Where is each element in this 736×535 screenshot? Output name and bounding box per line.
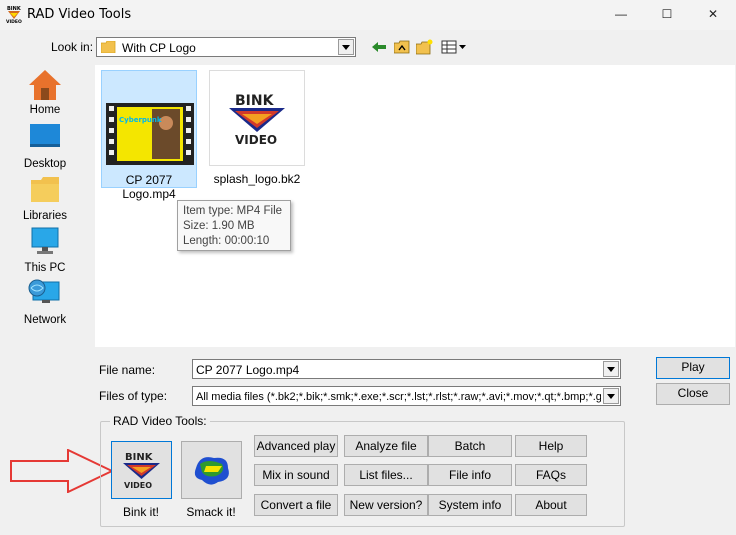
place-label: Libraries xyxy=(22,210,68,222)
smacker-logo-icon xyxy=(194,457,229,485)
about-button[interactable]: About xyxy=(515,494,587,516)
tooltip-length: Length: 00:00:10 xyxy=(183,235,270,247)
window-title: RAD Video Tools xyxy=(27,7,132,22)
video-thumbnail-icon: Cyberpunk xyxy=(106,103,194,165)
rad-app-icon: BINK VIDEO xyxy=(6,4,22,24)
tooltip-item-type: Item type: MP4 File xyxy=(183,205,283,217)
play-button[interactable]: Play xyxy=(656,357,730,379)
batch-button[interactable]: Batch xyxy=(428,435,512,457)
filetype-label: Files of type: xyxy=(99,389,168,403)
filename-input[interactable]: CP 2077 Logo.mp4 xyxy=(192,359,621,379)
convert-file-button[interactable]: Convert a file xyxy=(254,494,338,516)
filetype-dropdown[interactable]: All media files (*.bk2;*.bik;*.smk;*.exe… xyxy=(192,386,621,406)
red-arrow-icon xyxy=(10,449,114,493)
place-this-pc[interactable]: This PC xyxy=(14,226,76,274)
folder-icon xyxy=(101,41,116,53)
bink-it-button[interactable]: BINK VIDEO xyxy=(111,441,172,499)
smack-it-button[interactable] xyxy=(181,441,242,499)
close-button[interactable]: Close xyxy=(656,383,730,405)
mix-in-sound-button[interactable]: Mix in sound xyxy=(254,464,338,486)
place-network[interactable]: Network xyxy=(14,278,76,326)
analyze-file-button[interactable]: Analyze file xyxy=(344,435,428,457)
file-info-tooltip: Item type: MP4 File Size: 1.90 MB Length… xyxy=(177,200,291,251)
bink-logo-bottom: VIDEO xyxy=(124,481,152,490)
file-name-label: CP 2077 Logo.mp4 xyxy=(122,173,176,201)
desktop-icon xyxy=(27,122,63,156)
place-desktop[interactable]: Desktop xyxy=(14,122,76,170)
svg-text:VIDEO: VIDEO xyxy=(6,19,22,24)
new-version-button[interactable]: New version? xyxy=(344,494,428,516)
place-label: This PC xyxy=(24,262,66,274)
list-files-button[interactable]: List files... xyxy=(344,464,428,486)
svg-text:VIDEO: VIDEO xyxy=(235,133,277,147)
chevron-down-icon[interactable] xyxy=(338,39,354,55)
smack-it-label: Smack it! xyxy=(186,505,236,519)
advanced-play-button[interactable]: Advanced play xyxy=(254,435,338,457)
bink-it-label: Bink it! xyxy=(122,505,159,519)
bink-logo-icon: BINK VIDEO xyxy=(123,452,160,490)
chevron-down-icon[interactable] xyxy=(603,388,619,404)
home-icon xyxy=(27,68,63,102)
rad-tools-group-label: RAD Video Tools: xyxy=(110,414,210,428)
chevron-down-icon[interactable] xyxy=(603,361,619,377)
help-button[interactable]: Help xyxy=(515,435,587,457)
filename-label: File name: xyxy=(99,363,156,377)
filetype-value: All media files (*.bk2;*.bik;*.smk;*.exe… xyxy=(196,391,601,403)
filename-value: CP 2077 Logo.mp4 xyxy=(196,363,300,377)
lookin-label: Look in: xyxy=(51,40,94,54)
lookin-value: With CP Logo xyxy=(122,41,196,55)
bink-video-logo-icon: BINK VIDEO xyxy=(229,93,285,147)
system-info-button[interactable]: System info xyxy=(428,494,512,516)
this-pc-icon xyxy=(27,226,63,260)
back-arrow-icon[interactable] xyxy=(369,38,389,56)
view-menu-icon[interactable] xyxy=(440,38,468,56)
tooltip-size: Size: 1.90 MB xyxy=(183,220,255,232)
place-label: Network xyxy=(23,314,67,326)
libraries-icon xyxy=(27,174,63,208)
lookin-dropdown[interactable]: With CP Logo xyxy=(96,37,356,57)
svg-text:BINK: BINK xyxy=(235,93,275,109)
faqs-button[interactable]: FAQs xyxy=(515,464,587,486)
bink-logo-top: BINK xyxy=(125,452,154,463)
place-label: Home xyxy=(29,104,61,116)
close-window-button[interactable]: ✕ xyxy=(690,0,736,28)
network-icon xyxy=(27,278,63,312)
file-name-label: splash_logo.bk2 xyxy=(213,172,301,186)
up-folder-icon[interactable] xyxy=(392,38,412,56)
minimize-button[interactable]: — xyxy=(598,0,644,28)
file-item-splash-logo[interactable]: BINK VIDEO splash_logo.bk2 xyxy=(209,70,305,188)
file-info-button[interactable]: File info xyxy=(428,464,512,486)
svg-text:Cyberpunk: Cyberpunk xyxy=(119,116,162,124)
maximize-button[interactable]: ☐ xyxy=(644,0,690,28)
place-label: Desktop xyxy=(23,158,67,170)
new-folder-icon[interactable] xyxy=(415,38,435,56)
place-home[interactable]: Home xyxy=(14,68,76,116)
place-libraries[interactable]: Libraries xyxy=(14,174,76,222)
file-item-cp2077[interactable]: Cyberpunk CP 2077 Logo.mp4 xyxy=(101,70,197,201)
